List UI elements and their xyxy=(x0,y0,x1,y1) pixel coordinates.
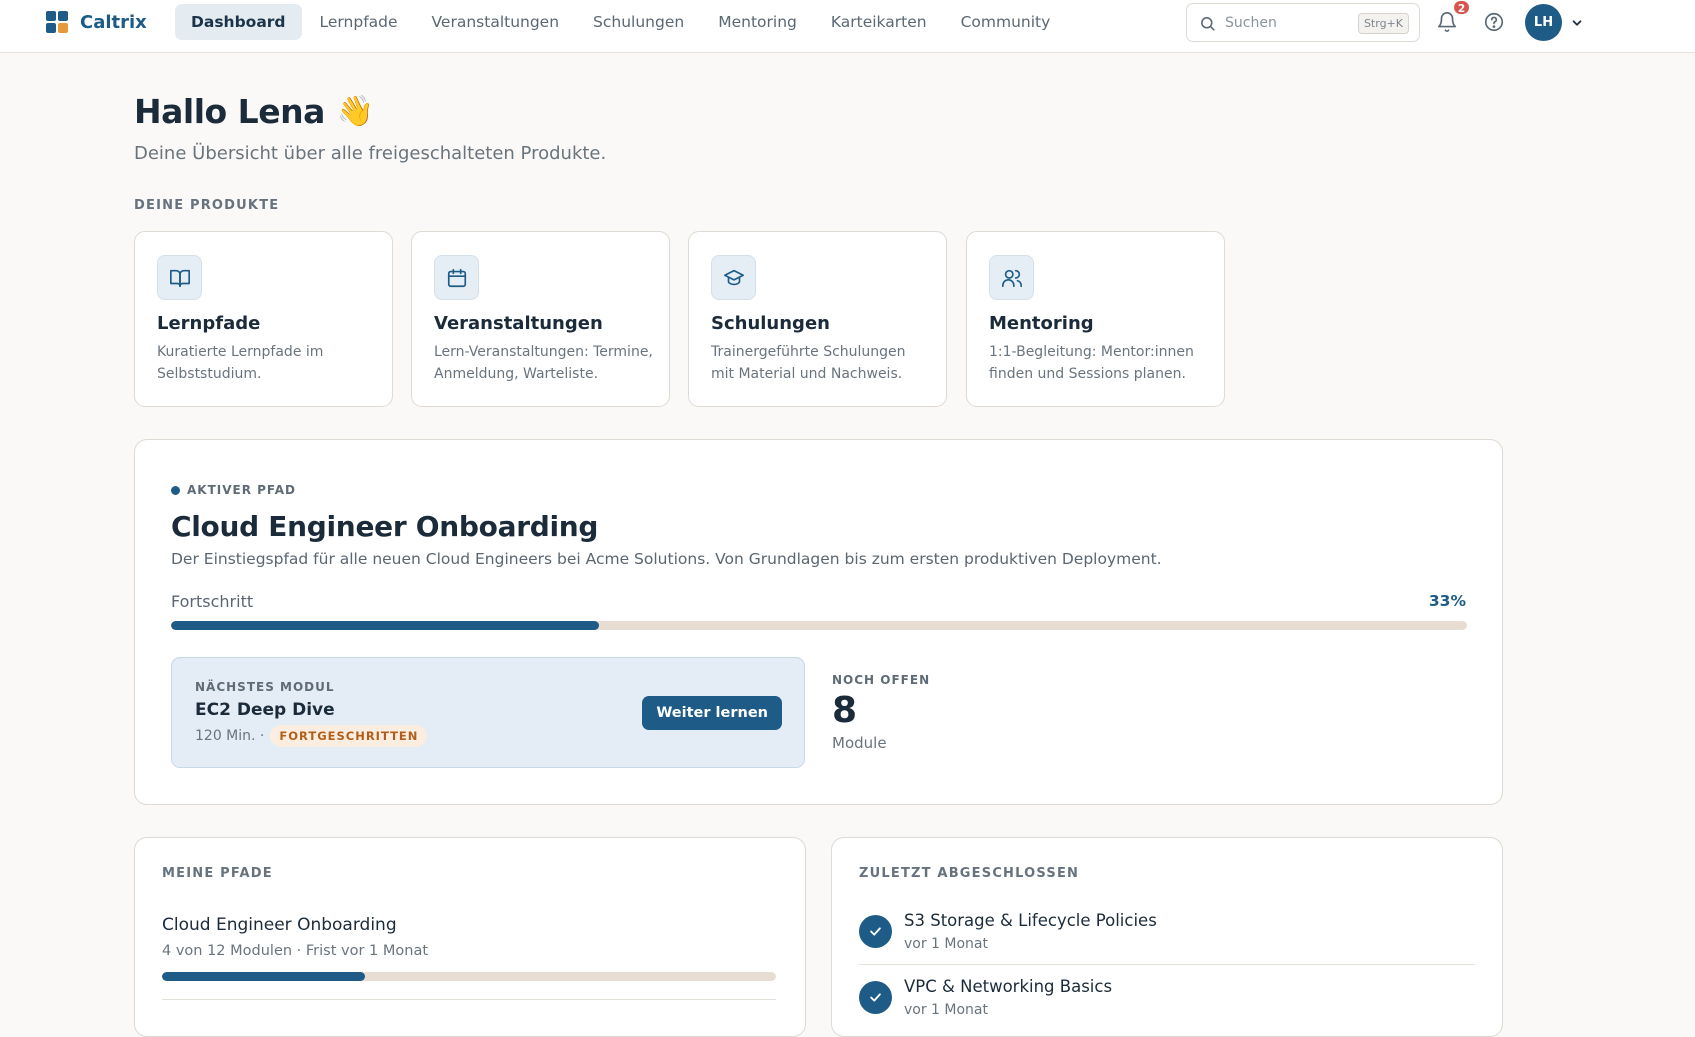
greeting: Hallo Lena 👋 xyxy=(134,92,374,131)
users-icon xyxy=(989,255,1034,300)
chevron-down-icon[interactable] xyxy=(1570,15,1584,34)
help-circle-icon[interactable] xyxy=(1483,11,1507,35)
progress-bar-fill xyxy=(171,621,599,630)
path-name[interactable]: Cloud Engineer Onboarding xyxy=(162,915,397,935)
path-progress-bar-fill xyxy=(162,972,365,981)
user-avatar[interactable]: LH xyxy=(1525,4,1562,41)
book-open-icon xyxy=(157,255,202,300)
active-path-label-text: AKTIVER PFAD xyxy=(187,483,297,497)
divider xyxy=(859,964,1475,965)
nav-tab-mentoring[interactable]: Mentoring xyxy=(702,4,813,40)
brand-logo-icon xyxy=(46,11,68,33)
nav-tab-community[interactable]: Community xyxy=(945,4,1067,40)
completed-item-title: VPC & Networking Basics xyxy=(904,977,1113,996)
calendar-icon xyxy=(434,255,479,300)
path-progress-bar xyxy=(162,972,776,981)
completed-item-title: S3 Storage & Lifecycle Policies xyxy=(904,911,1157,930)
search-box[interactable]: Strg+K xyxy=(1186,3,1420,42)
product-description: Trainergeführte Schulungen mit Material … xyxy=(711,344,906,382)
brand[interactable]: Caltrix xyxy=(46,11,147,33)
completed-item-time: vor 1 Monat xyxy=(904,936,988,952)
product-title: Mentoring xyxy=(989,313,1094,334)
open-modules-label: NOCH OFFEN xyxy=(832,673,931,687)
brand-name: Caltrix xyxy=(80,11,147,33)
open-modules-count: 8 xyxy=(832,690,858,731)
next-module-meta: 120 Min. · FORTGESCHRITTEN xyxy=(195,725,428,747)
check-circle-icon xyxy=(859,915,892,948)
status-dot-icon xyxy=(171,485,180,495)
product-card-veranstaltungen[interactable]: Veranstaltungen Lern-Veranstaltungen: Te… xyxy=(411,231,670,407)
nav-tab-veranstaltungen[interactable]: Veranstaltungen xyxy=(416,4,576,40)
nav-tab-schulungen[interactable]: Schulungen xyxy=(577,4,700,40)
search-shortcut-hint: Strg+K xyxy=(1357,13,1409,34)
my-paths-card: MEINE PFADE Cloud Engineer Onboarding 4 … xyxy=(134,837,806,1037)
notification-count-badge: 2 xyxy=(1452,0,1471,16)
search-input[interactable] xyxy=(1225,4,1345,41)
product-description: 1:1-Begleitung: Mentor:innen finden und … xyxy=(989,344,1194,382)
product-description: Kuratierte Lernpfade im Selbststudium. xyxy=(157,344,324,382)
product-card-lernpfade[interactable]: Lernpfade Kuratierte Lernpfade im Selbst… xyxy=(134,231,393,407)
product-card-mentoring[interactable]: Mentoring 1:1-Begleitung: Mentor:innen f… xyxy=(966,231,1225,407)
completed-item[interactable]: S3 Storage & Lifecycle Policies vor 1 Mo… xyxy=(859,911,1479,971)
recently-completed-card: ZULETZT ABGESCHLOSSEN S3 Storage & Lifec… xyxy=(831,837,1503,1037)
next-module-title[interactable]: EC2 Deep Dive xyxy=(195,700,335,720)
nav-tab-dashboard[interactable]: Dashboard xyxy=(175,4,302,40)
graduation-cap-icon xyxy=(711,255,756,300)
completed-item-time: vor 1 Monat xyxy=(904,1002,988,1018)
my-paths-label: MEINE PFADE xyxy=(162,866,273,881)
page-subtitle: Deine Übersicht über alle freigeschaltet… xyxy=(134,143,607,164)
page-title: Hallo Lena xyxy=(134,92,325,131)
nav-tab-lernpfade[interactable]: Lernpfade xyxy=(304,4,414,40)
top-navigation-bar: Caltrix Dashboard Lernpfade Veranstaltun… xyxy=(0,0,1695,53)
active-path-description: Der Einstiegspfad für alle neuen Cloud E… xyxy=(171,550,1162,568)
active-path-title[interactable]: Cloud Engineer Onboarding xyxy=(171,510,598,543)
active-path-label: AKTIVER PFAD xyxy=(171,483,296,497)
progress-percent: 33% xyxy=(1428,592,1466,610)
module-duration: 120 Min. · xyxy=(195,728,265,744)
progress-label: Fortschritt xyxy=(171,592,254,611)
check-circle-icon xyxy=(859,981,892,1014)
next-module-label: NÄCHSTES MODUL xyxy=(195,680,335,694)
product-title: Lernpfade xyxy=(157,313,261,334)
waving-hand-emoji: 👋 xyxy=(336,94,375,129)
product-title: Schulungen xyxy=(711,313,830,334)
nav-tab-karteikarten[interactable]: Karteikarten xyxy=(815,4,943,40)
active-path-card: AKTIVER PFAD Cloud Engineer Onboarding D… xyxy=(134,439,1503,805)
level-badge: FORTGESCHRITTEN xyxy=(270,725,428,747)
recently-completed-label: ZULETZT ABGESCHLOSSEN xyxy=(859,866,1080,881)
product-description: Lern-Veranstaltungen: Termine, Anmeldung… xyxy=(434,344,653,382)
next-module-box: NÄCHSTES MODUL EC2 Deep Dive 120 Min. · … xyxy=(171,657,805,768)
product-card-schulungen[interactable]: Schulungen Trainergeführte Schulungen mi… xyxy=(688,231,947,407)
main-nav-tabs: Dashboard Lernpfade Veranstaltungen Schu… xyxy=(175,4,1068,40)
progress-bar xyxy=(171,621,1467,630)
path-meta: 4 von 12 Modulen · Frist vor 1 Monat xyxy=(162,943,429,959)
open-modules-unit: Module xyxy=(832,734,887,752)
continue-learning-button[interactable]: Weiter lernen xyxy=(642,696,782,730)
completed-item[interactable]: VPC & Networking Basics vor 1 Monat xyxy=(859,977,1479,1037)
search-icon xyxy=(1199,15,1216,36)
products-section-label: DEINE PRODUKTE xyxy=(134,198,280,213)
product-title: Veranstaltungen xyxy=(434,313,603,334)
divider xyxy=(162,999,776,1000)
